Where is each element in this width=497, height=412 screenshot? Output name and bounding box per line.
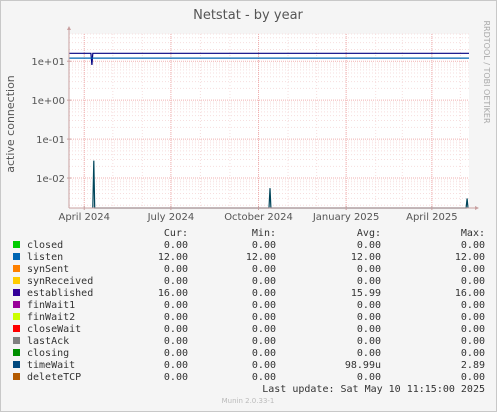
legend-value-max: 0.00 <box>461 312 485 323</box>
legend-value-min: 0.00 <box>252 300 276 311</box>
legend-value-avg: 0.00 <box>357 312 381 323</box>
legend-label: listen <box>27 252 63 263</box>
x-tick-label: January 2025 <box>312 212 380 223</box>
rrdtool-watermark: RRDTOOL / TOBI OETIKER <box>482 20 491 123</box>
legend-value-cur: 0.00 <box>164 276 188 287</box>
netstat-graph: Netstat - by year active connection RRDT… <box>4 8 491 405</box>
legend-value-avg: 0.00 <box>357 264 381 275</box>
legend-header-avg: Avg: <box>357 228 381 239</box>
legend-value-max: 2.89 <box>461 360 485 371</box>
legend-value-avg: 98.99u <box>345 360 381 371</box>
legend-value-max: 16.00 <box>455 288 485 299</box>
legend-value-cur: 0.00 <box>164 240 188 251</box>
chart-title: Netstat - by year <box>193 8 303 23</box>
legend-value-min: 0.00 <box>252 264 276 275</box>
legend-value-min: 0.00 <box>252 348 276 359</box>
legend-value-max: 0.00 <box>461 348 485 359</box>
legend-value-min: 0.00 <box>252 288 276 299</box>
legend-label: closing <box>27 348 69 359</box>
x-tick-label: April 2024 <box>58 212 109 223</box>
y-tick-label: 1e+01 <box>31 57 65 68</box>
legend-label: lastAck <box>27 336 69 347</box>
legend-value-avg: 0.00 <box>357 240 381 251</box>
y-tick-label: 1e+00 <box>31 96 65 107</box>
legend-swatch <box>13 301 20 308</box>
legend-value-min: 0.00 <box>252 312 276 323</box>
legend-swatch <box>13 337 20 344</box>
legend-value-avg: 12.00 <box>351 252 381 263</box>
legend-label: finWait2 <box>27 312 75 323</box>
x-tick-label: October 2024 <box>224 212 293 223</box>
legend-value-max: 0.00 <box>461 300 485 311</box>
legend-value-cur: 16.00 <box>158 288 188 299</box>
legend-value-min: 0.00 <box>252 324 276 335</box>
legend-value-avg: 0.00 <box>357 300 381 311</box>
legend-label: synSent <box>27 264 69 275</box>
legend-swatch <box>13 289 20 296</box>
x-tick-label: April 2025 <box>406 212 457 223</box>
legend-value-cur: 0.00 <box>164 336 188 347</box>
legend-value-avg: 0.00 <box>357 372 381 383</box>
y-axis-label: active connection <box>4 75 17 173</box>
y-tick-label: 1e-02 <box>36 174 65 185</box>
legend-value-cur: 0.00 <box>164 324 188 335</box>
legend-value-avg: 0.00 <box>357 348 381 359</box>
legend-value-avg: 0.00 <box>357 336 381 347</box>
legend-label: timeWait <box>27 360 75 371</box>
legend-value-min: 0.00 <box>252 240 276 251</box>
x-tick-label: July 2024 <box>147 212 195 223</box>
legend-header-max: Max: <box>461 228 485 239</box>
x-axis-arrow <box>475 206 479 210</box>
legend-value-min: 12.00 <box>246 252 276 263</box>
legend-value-cur: 0.00 <box>164 300 188 311</box>
legend-swatch <box>13 265 20 272</box>
legend-value-max: 0.00 <box>461 372 485 383</box>
legend-value-min: 0.00 <box>252 372 276 383</box>
legend-value-cur: 0.00 <box>164 372 188 383</box>
legend-value-max: 12.00 <box>455 252 485 263</box>
legend-value-max: 0.00 <box>461 276 485 287</box>
legend-swatch <box>13 277 20 284</box>
legend-header-cur: Cur: <box>164 228 188 239</box>
legend-value-cur: 0.00 <box>164 312 188 323</box>
legend-value-cur: 0.00 <box>164 360 188 371</box>
legend-swatch <box>13 241 20 248</box>
legend-label: established <box>27 288 93 299</box>
legend-header-min: Min: <box>252 228 276 239</box>
legend-swatch <box>13 253 20 260</box>
legend-swatch <box>13 373 20 380</box>
legend-value-min: 0.00 <box>252 360 276 371</box>
legend-swatch <box>13 361 20 368</box>
legend-value-max: 0.00 <box>461 336 485 347</box>
legend-value-max: 0.00 <box>461 324 485 335</box>
legend-value-max: 0.00 <box>461 240 485 251</box>
legend-value-cur: 12.00 <box>158 252 188 263</box>
legend-label: closed <box>27 240 63 251</box>
legend-label: finWait1 <box>27 300 75 311</box>
legend-label: synReceived <box>27 276 93 287</box>
legend-value-max: 0.00 <box>461 264 485 275</box>
legend-value-avg: 0.00 <box>357 276 381 287</box>
legend-value-avg: 15.99 <box>351 288 381 299</box>
legend-swatch <box>13 325 20 332</box>
legend-swatch <box>13 313 20 320</box>
legend-value-cur: 0.00 <box>164 264 188 275</box>
legend-value-min: 0.00 <box>252 276 276 287</box>
legend-label: closeWait <box>27 324 81 335</box>
legend-table: Cur: Min: Avg: Max:closed 0.00 0.00 0.00 0.00li… <box>13 228 485 383</box>
y-tick-labels: 1e+01 1e+00 1e-01 1e-02 <box>31 57 71 185</box>
legend-value-min: 0.00 <box>252 336 276 347</box>
legend-value-avg: 0.00 <box>357 324 381 335</box>
y-tick-label: 1e-01 <box>36 135 65 146</box>
legend-label: deleteTCP <box>27 372 81 383</box>
y-axis-arrow <box>67 26 71 30</box>
munin-version: Munin 2.0.33-1 <box>222 397 275 405</box>
last-update: Last update: Sat May 10 11:15:00 2025 <box>262 384 485 395</box>
legend-swatch <box>13 349 20 356</box>
legend-value-cur: 0.00 <box>164 348 188 359</box>
